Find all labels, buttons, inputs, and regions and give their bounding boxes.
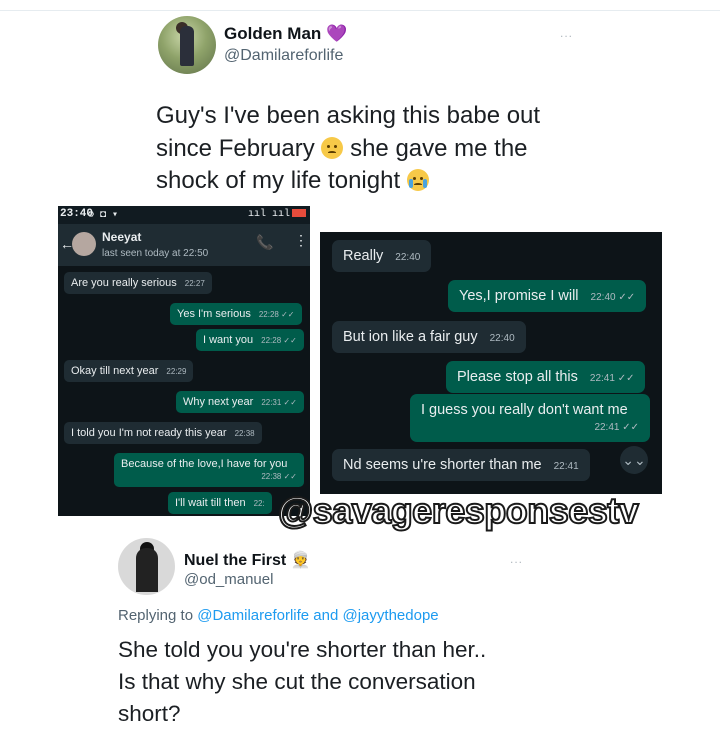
emoji-icon: 👳 <box>290 552 311 569</box>
message-bubble: Why next year 22:31 ✓✓ <box>176 391 304 413</box>
chat-header: ← Neeyat last seen today at 22:50 📞 ⋮ <box>58 224 310 266</box>
more-options-icon[interactable]: ... <box>560 26 573 40</box>
avatar[interactable] <box>158 16 216 74</box>
author-name[interactable]: Golden Man 💜 <box>224 24 347 44</box>
message-bubble: Yes I'm serious 22:28 ✓✓ <box>170 303 302 325</box>
chat-screenshot-right: Really 22:40 Yes,I promise I will 22:40 ✓✓… <box>320 232 662 494</box>
purple-heart-icon: 💜 <box>326 24 348 43</box>
status-bar: 23:40 ⚙ ◘ ▾ ııl ııl <box>58 206 310 224</box>
message-bubble: Because of the love,I have for you 22:38 … <box>114 453 304 487</box>
chat-screenshot-left: 23:40 ⚙ ◘ ▾ ııl ııl ← Neeyat last seen t… <box>58 206 310 516</box>
replying-to: Replying to @Damilareforlife and @jayyth… <box>118 607 439 624</box>
signal-icon: ııl ııl <box>248 209 306 220</box>
message-bubble: I guess you really don't want me 22:41 ✓✓ <box>410 394 650 442</box>
last-seen: last seen today at 22:50 <box>102 248 209 259</box>
message-bubble: Really 22:40 <box>332 240 432 272</box>
author-handle[interactable]: @od_manuel <box>184 571 273 588</box>
message-bubble: Okay till next year 22:29 <box>64 360 194 382</box>
worried-face-icon <box>321 136 344 159</box>
scroll-down-icon[interactable]: ⌄⌄ <box>620 446 648 474</box>
message-bubble: I told you I'm not ready this year 22:38 <box>64 422 262 444</box>
message-bubble: Yes,I promise I will 22:40 ✓✓ <box>448 280 647 312</box>
replying-to-links[interactable]: @Damilareforlife and @jayythedope <box>197 607 438 624</box>
message-bubble: But ion like a fair guy 22:40 <box>332 321 526 353</box>
avatar[interactable] <box>118 538 175 595</box>
reply-text: She told you you're shorter than her.. I… <box>118 637 487 726</box>
author-handle[interactable]: @Damilareforlife <box>224 47 343 65</box>
contact-avatar[interactable] <box>72 232 96 256</box>
author-name[interactable]: Nuel the First 👳 <box>184 550 311 570</box>
tweet-text: Guy's I've been asking this babe out sin… <box>156 102 541 194</box>
message-bubble: Are you really serious 22:27 <box>64 272 212 294</box>
crying-face-icon <box>406 169 429 191</box>
status-icons: ⚙ ◘ ▾ <box>88 210 119 221</box>
top-divider <box>0 10 720 11</box>
more-options-icon[interactable]: ... <box>510 552 523 566</box>
message-bubble: I want you 22:28 ✓✓ <box>196 329 304 351</box>
watermark: @savageresponsestv <box>277 489 640 532</box>
call-icon[interactable]: 📞 <box>256 234 273 251</box>
message-bubble: I'll wait till then 22: <box>168 492 272 514</box>
battery-icon <box>292 209 306 218</box>
message-bubble: Nd seems u're shorter than me 22:41 <box>332 449 590 481</box>
message-bubble: Please stop all this 22:41 ✓✓ <box>446 361 646 393</box>
menu-icon[interactable]: ⋮ <box>294 232 308 249</box>
contact-name[interactable]: Neeyat <box>102 230 141 244</box>
